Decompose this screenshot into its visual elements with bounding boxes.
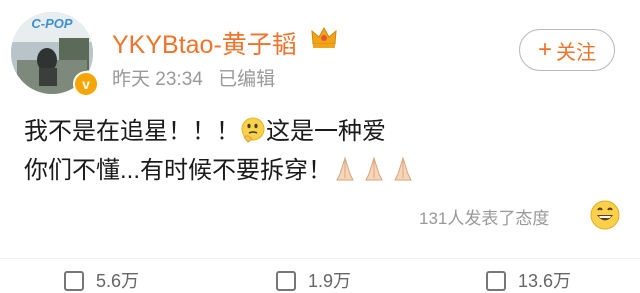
repost-count: 5.6万 [96, 271, 140, 291]
repost-icon [64, 271, 84, 291]
grinning-emoji[interactable] [589, 199, 621, 231]
post-text-part-2: 这是一种爱 [266, 118, 386, 145]
post-meta: 昨天 23:34 已编辑 [112, 64, 285, 91]
post-text-part-3: 你们不懂...有时候不要拆穿！ [24, 157, 333, 184]
comment-icon [276, 271, 296, 291]
post-line-1: 我不是在追星！！！ 这是一种爱 [24, 112, 420, 151]
comment-button[interactable]: 1.9万 [276, 267, 351, 293]
comment-count: 1.9万 [308, 271, 352, 291]
plus-icon: + [537, 36, 552, 63]
like-button[interactable]: 13.6万 [486, 267, 571, 293]
avatar-text: C-POP [31, 16, 73, 31]
repost-button[interactable]: 5.6万 [64, 267, 139, 293]
follow-label: 关注 [556, 41, 596, 64]
like-icon [486, 271, 506, 291]
username[interactable]: YKYBtao-黄子韬 [112, 25, 297, 61]
praying-hands-emoji [336, 156, 412, 181]
action-bar: 5.6万 1.9万 13.6万 [0, 258, 640, 291]
post-time: 昨天 23:34 [112, 69, 203, 90]
reaction-summary[interactable]: 131人发表了态度 [419, 204, 549, 229]
edited-label: 已编辑 [218, 69, 276, 90]
verified-badge: v [73, 71, 99, 97]
post-text-part-1: 我不是在追星！！！ [24, 118, 240, 145]
follow-button[interactable]: + 关注 [519, 29, 615, 71]
post-line-2: 你们不懂...有时候不要拆穿！ [24, 151, 420, 190]
post-body: 我不是在追星！！！ 这是一种爱 你们不懂...有时候不要拆穿！ [24, 112, 420, 190]
thinking-emoji [241, 117, 265, 143]
crown-icon [311, 26, 337, 48]
like-count: 13.6万 [518, 271, 572, 291]
